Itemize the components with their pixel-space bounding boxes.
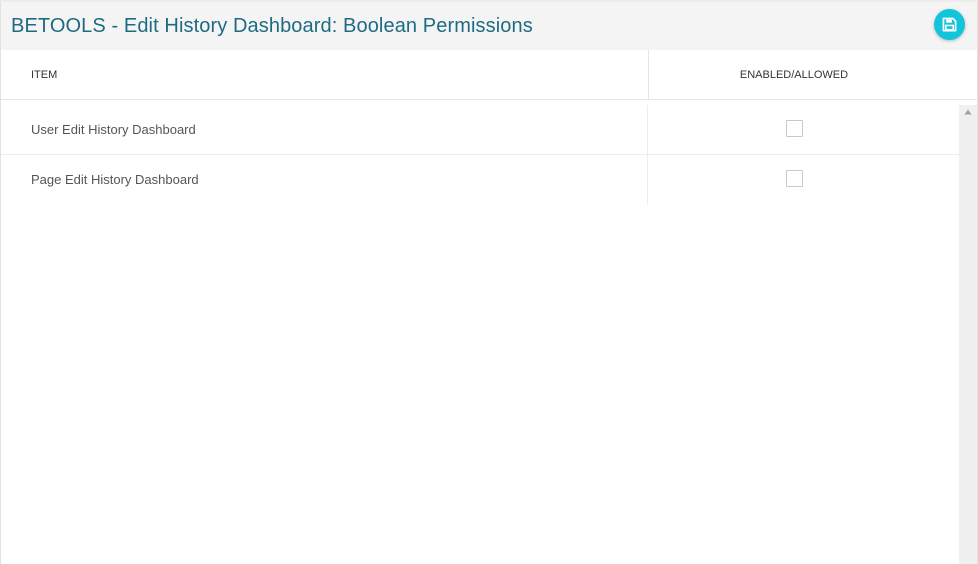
enabled-checkbox[interactable] bbox=[786, 170, 803, 187]
enabled-checkbox[interactable] bbox=[786, 120, 803, 137]
row-item-label: Page Edit History Dashboard bbox=[31, 172, 199, 187]
row-item-label: User Edit History Dashboard bbox=[31, 122, 196, 137]
panel-header: BETOOLS - Edit History Dashboard: Boolea… bbox=[1, 2, 977, 50]
vertical-scrollbar[interactable] bbox=[959, 105, 977, 564]
floppy-disk-icon bbox=[942, 17, 957, 32]
triangle-up-icon bbox=[964, 109, 972, 115]
column-header-enabled[interactable]: ENABLED/ALLOWED bbox=[649, 69, 939, 81]
column-divider bbox=[647, 105, 648, 155]
page-title: BETOOLS - Edit History Dashboard: Boolea… bbox=[11, 15, 533, 37]
table-row: User Edit History Dashboard bbox=[1, 105, 959, 155]
table-body: User Edit History Dashboard Page Edit Hi… bbox=[1, 105, 977, 564]
table-header: ITEM ENABLED/ALLOWED bbox=[1, 50, 977, 100]
save-button[interactable] bbox=[934, 9, 965, 40]
column-divider bbox=[647, 155, 648, 205]
permissions-panel: BETOOLS - Edit History Dashboard: Boolea… bbox=[0, 0, 978, 564]
scroll-up-button[interactable] bbox=[959, 105, 977, 119]
table-row: Page Edit History Dashboard bbox=[1, 155, 959, 205]
column-header-item[interactable]: ITEM bbox=[31, 69, 57, 81]
